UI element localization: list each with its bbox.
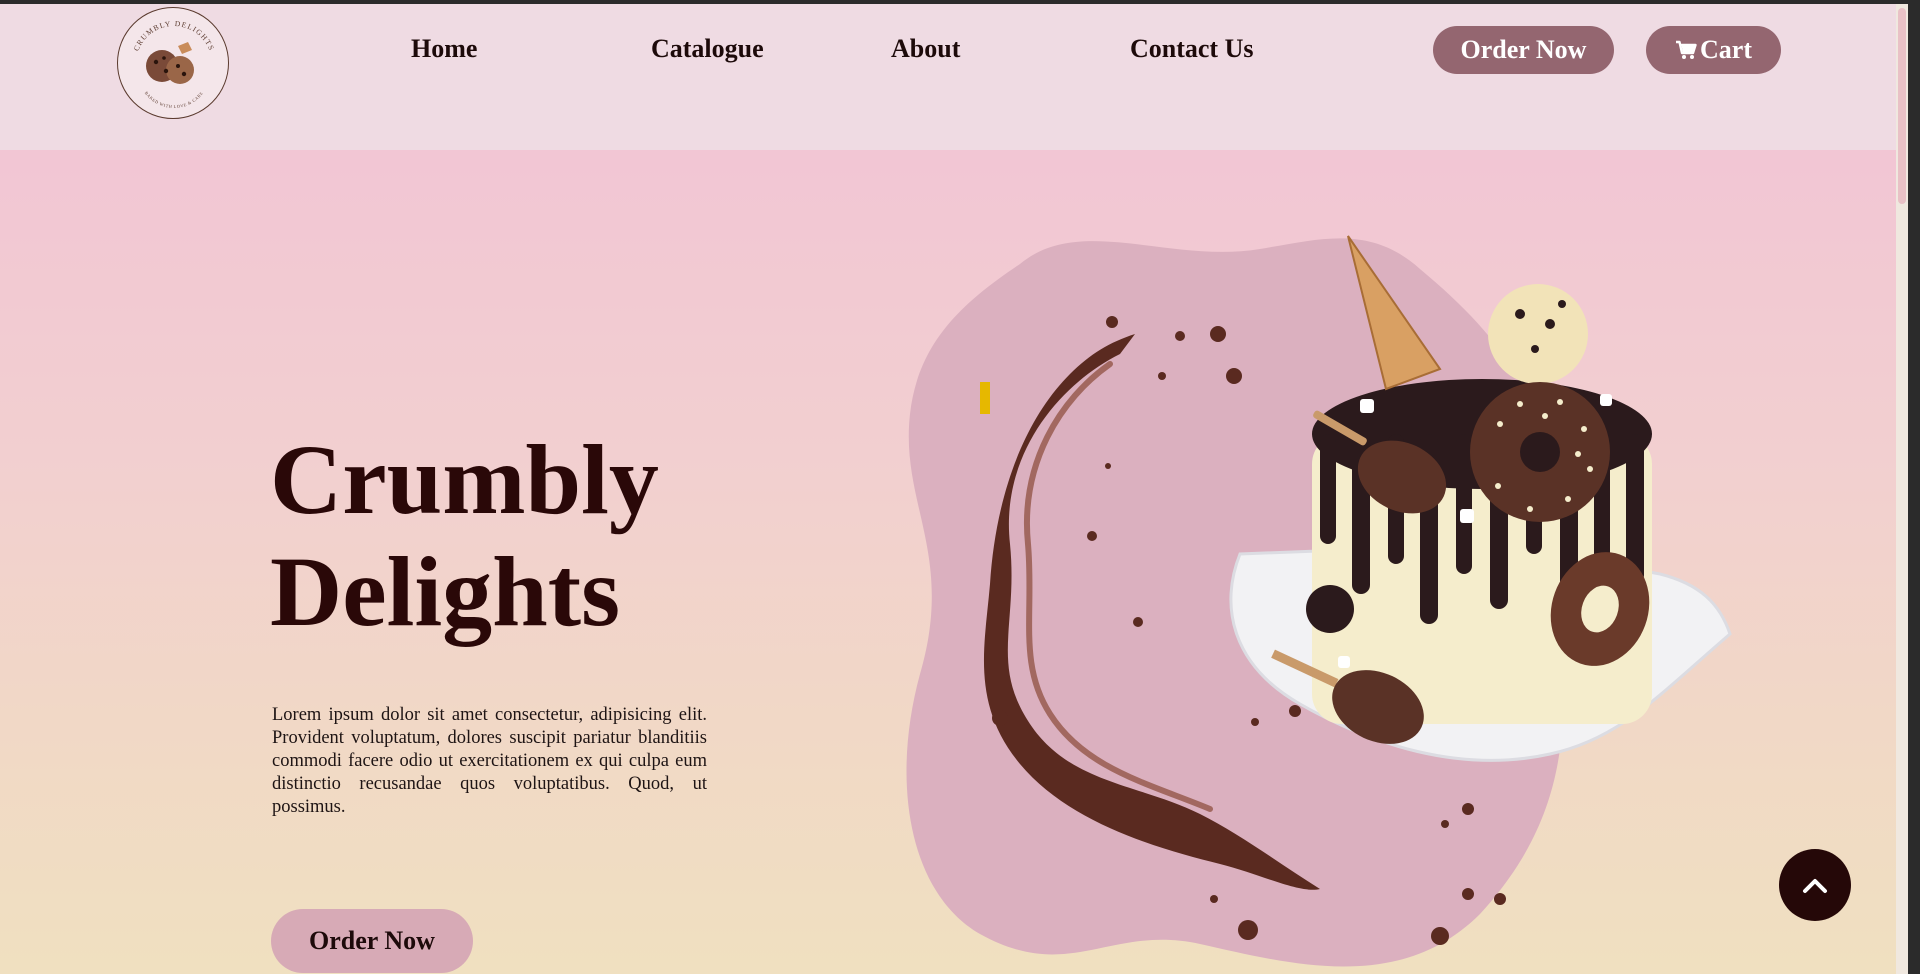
- hero-title-line-2: Delights: [270, 536, 620, 647]
- cookie: [1306, 585, 1354, 633]
- nav-about[interactable]: About: [891, 34, 960, 64]
- hero-order-now-button[interactable]: Order Now: [271, 909, 473, 973]
- svg-text:BAKED WITH LOVE & CARE: BAKED WITH LOVE & CARE: [144, 90, 204, 109]
- logo-badge-icon: CRUMBLY DELIGHTS BAKED WITH LOVE & CARE: [132, 19, 217, 109]
- scroll-to-top-button[interactable]: [1779, 849, 1851, 921]
- hero-title: Crumbly Delights: [270, 424, 659, 648]
- top-navigation-bar: CRUMBLY DELIGHTS BAKED WITH LOVE & CARE …: [0, 4, 1908, 150]
- svg-text:CRUMBLY DELIGHTS: CRUMBLY DELIGHTS: [132, 19, 217, 52]
- page-scrollbar[interactable]: [1896, 4, 1908, 974]
- yellow-accent: [980, 382, 990, 414]
- page: CRUMBLY DELIGHTS BAKED WITH LOVE & CARE …: [0, 4, 1908, 974]
- hero-description: Lorem ipsum dolor sit amet consectetur, …: [272, 705, 707, 817]
- scrollbar-thumb[interactable]: [1898, 8, 1906, 204]
- cart-button-label: Cart: [1700, 35, 1752, 64]
- chevron-up-icon: [1803, 879, 1827, 893]
- chocolate-cake-illustration: [906, 235, 1732, 967]
- cart-icon: [1676, 40, 1697, 59]
- nav-contact-us[interactable]: Contact Us: [1130, 34, 1254, 64]
- header-order-now-button[interactable]: Order Now: [1433, 26, 1614, 74]
- cream-scoop: [1488, 284, 1588, 384]
- brand-logo[interactable]: CRUMBLY DELIGHTS BAKED WITH LOVE & CARE: [117, 7, 229, 119]
- nav-catalogue[interactable]: Catalogue: [651, 34, 764, 64]
- nav-home[interactable]: Home: [411, 34, 477, 64]
- hero-title-line-1: Crumbly: [270, 424, 659, 535]
- cart-button[interactable]: Cart: [1646, 26, 1781, 74]
- hero-cake-image: [900, 224, 1750, 974]
